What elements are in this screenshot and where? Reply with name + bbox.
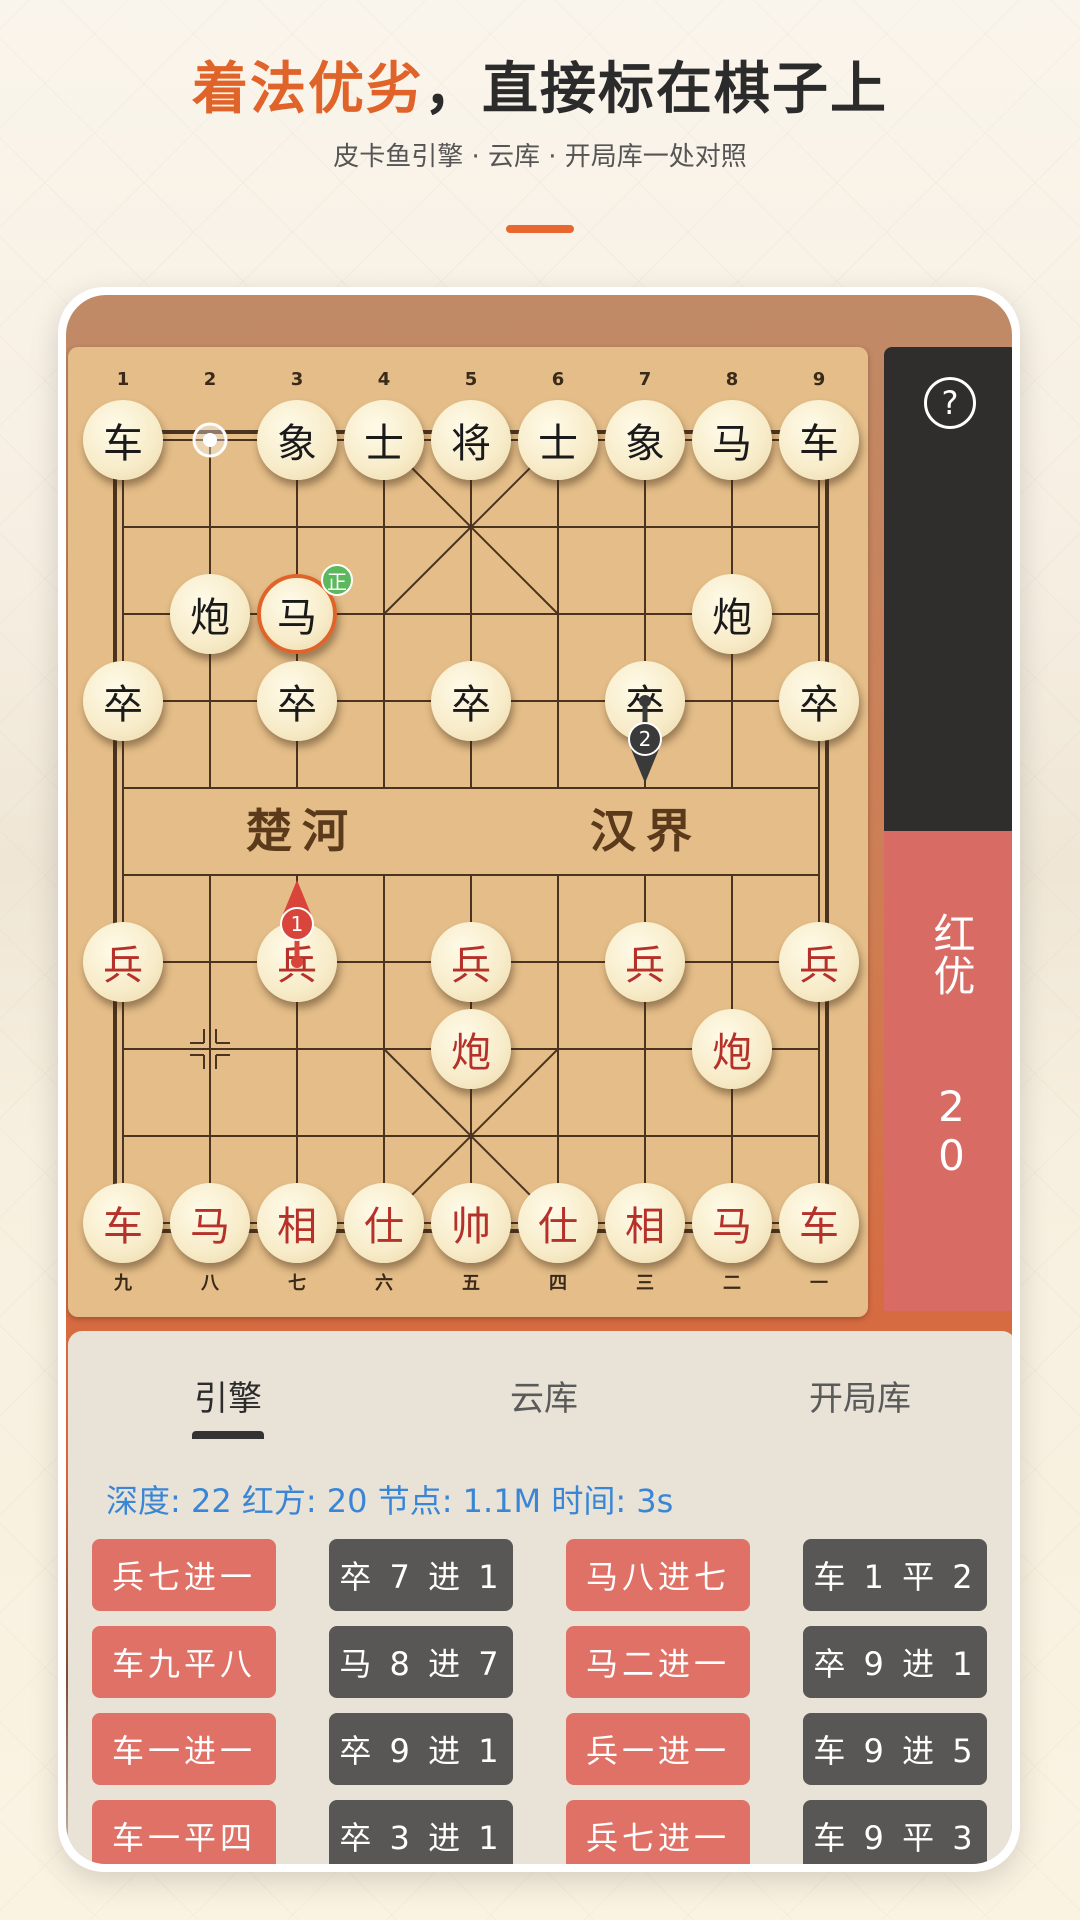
svg-text:1: 1	[291, 912, 304, 936]
tab-engine[interactable]: 引擎	[128, 1371, 328, 1420]
engine-arrow-2: 2	[628, 695, 662, 783]
red-move-button[interactable]: 马八进七	[566, 1539, 750, 1611]
page-title: 着法优劣，直接标在棋子上	[0, 44, 1080, 125]
red-move-button[interactable]: 兵一进一	[566, 1713, 750, 1785]
red-move-button[interactable]: 车九平八	[92, 1626, 276, 1698]
tab-opening-book[interactable]: 开局库	[760, 1371, 960, 1420]
title-rest: ，直接标在棋子上	[424, 57, 888, 122]
red-move-button[interactable]: 兵七进一	[92, 1539, 276, 1611]
black-move-button[interactable]: 卒 9 进 1	[329, 1713, 513, 1785]
help-icon[interactable]: ?	[924, 377, 976, 429]
black-move-button[interactable]: 马 8 进 7	[329, 1626, 513, 1698]
black-move-button[interactable]: 卒 3 进 1	[329, 1800, 513, 1864]
red-move-button[interactable]: 马二进一	[566, 1626, 750, 1698]
accent-divider	[506, 225, 574, 233]
side-panel-black: ?	[884, 347, 1012, 831]
svg-text:2: 2	[639, 727, 652, 751]
black-move-button[interactable]: 车 9 平 3	[803, 1800, 987, 1864]
xiangqi-board[interactable]: 楚河 汉界 123456789九八七六五四三二一车象士将士象马车炮马正炮卒卒卒卒…	[68, 347, 868, 1317]
engine-arrow-1: 1	[280, 880, 314, 968]
analysis-panel: 引擎 云库 开局库 深度: 22 红方: 20 节点: 1.1M 时间: 3s …	[68, 1331, 1012, 1864]
move-arrows-layer: 12	[280, 695, 662, 968]
evaluation-bar: 红优 20	[884, 831, 1012, 1311]
black-move-button[interactable]: 卒 7 进 1	[329, 1539, 513, 1611]
red-move-button[interactable]: 车一平四	[92, 1800, 276, 1864]
black-move-button[interactable]: 车 9 进 5	[803, 1713, 987, 1785]
black-move-button[interactable]: 卒 9 进 1	[803, 1626, 987, 1698]
tab-cloud[interactable]: 云库	[444, 1371, 644, 1420]
red-move-button[interactable]: 兵七进一	[566, 1800, 750, 1864]
active-tab-indicator	[192, 1431, 264, 1439]
black-move-button[interactable]: 车 1 平 2	[803, 1539, 987, 1611]
app-screen: 楚河 汉界 123456789九八七六五四三二一车象士将士象马车炮马正炮卒卒卒卒…	[66, 295, 1012, 1864]
red-move-button[interactable]: 车一进一	[92, 1713, 276, 1785]
title-highlight: 着法优劣	[192, 57, 424, 122]
engine-stats: 深度: 22 红方: 20 节点: 1.1M 时间: 3s	[106, 1482, 674, 1520]
evaluation-score: 20	[927, 1082, 976, 1180]
page-subtitle: 皮卡鱼引擎 · 云库 · 开局库一处对照	[333, 142, 747, 172]
evaluation-label: 红优	[927, 912, 976, 996]
phone-frame: 楚河 汉界 123456789九八七六五四三二一车象士将士象马车炮马正炮卒卒卒卒…	[58, 287, 1020, 1872]
